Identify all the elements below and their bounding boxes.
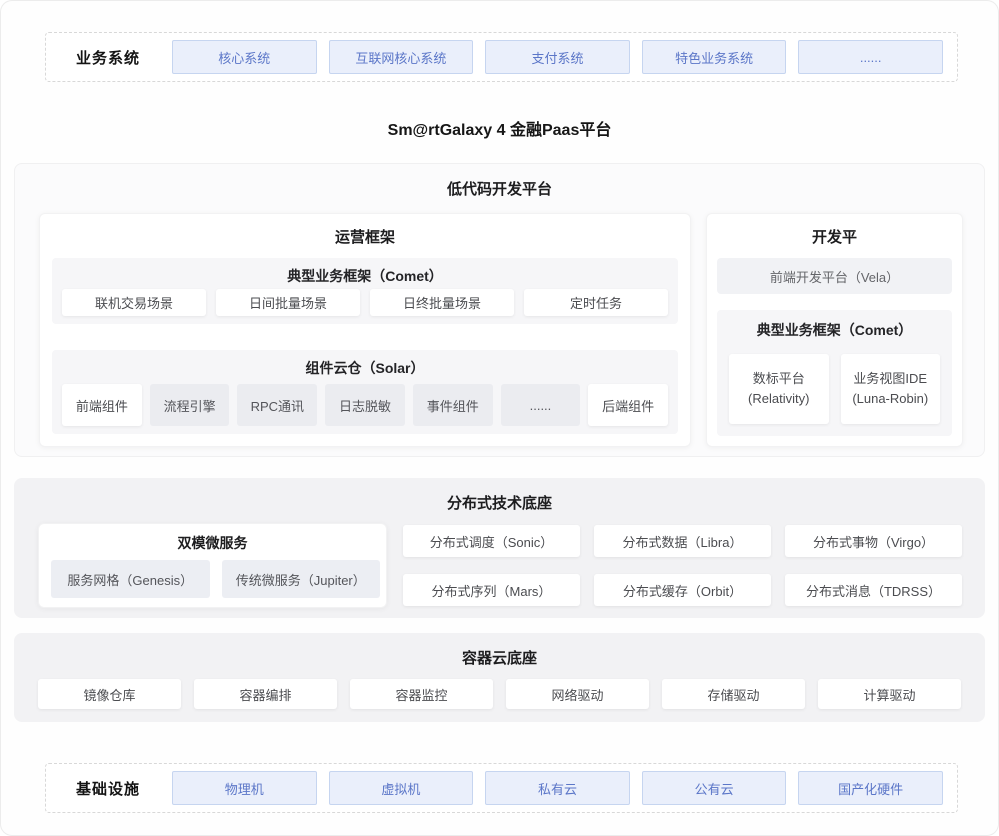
card-relativity-platform: 数标平台 (Relativity) xyxy=(729,354,829,424)
chip-network-driver: 网络驱动 xyxy=(506,679,649,709)
platform-title: Sm@rtGalaxy 4 金融Paas平台 xyxy=(0,116,999,140)
chip-service-mesh-genesis: 服务网格（Genesis） xyxy=(51,560,210,598)
distributed-base-section: 分布式技术底座 双模微服务 服务网格（Genesis） 传统微服务（Jupite… xyxy=(14,478,985,618)
scene-chip-online-trade: 联机交易场景 xyxy=(62,289,206,316)
dev-comet-framework-panel: 典型业务框架（Comet） 数标平台 (Relativity) 业务视图IDE … xyxy=(717,310,952,436)
chip-distributed-data-libra: 分布式数据（Libra） xyxy=(594,525,771,557)
scene-chip-daytime-batch: 日间批量场景 xyxy=(216,289,360,316)
chip-distributed-scheduling-sonic: 分布式调度（Sonic） xyxy=(403,525,580,557)
dev-comet-cards: 数标平台 (Relativity) 业务视图IDE (Luna-Robin) xyxy=(729,354,940,424)
container-base-section: 容器云底座 镜像仓库 容器编排 容器监控 网络驱动 存储驱动 计算驱动 xyxy=(14,633,985,722)
chip-image-registry: 镜像仓库 xyxy=(38,679,181,709)
infra-private-cloud: 私有云 xyxy=(485,771,630,805)
chip-distributed-transaction-virgo: 分布式事物（Virgo） xyxy=(785,525,962,557)
card-relativity-line2: (Relativity) xyxy=(748,389,809,409)
dual-mode-chips: 服务网格（Genesis） 传统微服务（Jupiter） xyxy=(51,560,380,598)
card-luna-robin-line1: 业务视图IDE xyxy=(853,369,927,389)
chip-distributed-message-tdrss: 分布式消息（TDRSS） xyxy=(785,574,962,606)
dev-comet-framework-title: 典型业务框架（Comet） xyxy=(717,320,952,340)
card-luna-robin-line2: (Luna-Robin) xyxy=(852,389,928,409)
infra-virtual-machine: 虚拟机 xyxy=(329,771,474,805)
infra-public-cloud: 公有云 xyxy=(642,771,787,805)
solar-component-title: 组件云仓（Solar） xyxy=(52,358,678,378)
dual-mode-title: 双模微服务 xyxy=(39,533,386,553)
operation-framework-title: 运营框架 xyxy=(40,226,690,247)
business-systems-label: 业务系统 xyxy=(76,47,160,68)
chip-container-orchestration: 容器编排 xyxy=(194,679,337,709)
business-system-special: 特色业务系统 xyxy=(642,40,787,74)
container-base-chips: 镜像仓库 容器编排 容器监控 网络驱动 存储驱动 计算驱动 xyxy=(38,679,961,709)
scene-chip-endofday-batch: 日终批量场景 xyxy=(370,289,514,316)
scene-chip-scheduled-task: 定时任务 xyxy=(524,289,668,316)
business-system-internet-core: 互联网核心系统 xyxy=(329,40,474,74)
business-system-payment: 支付系统 xyxy=(485,40,630,74)
solar-component-panel: 组件云仓（Solar） 前端组件 流程引擎 RPC通讯 日志脱敏 事件组件 ..… xyxy=(52,350,678,434)
component-chip-more: ...... xyxy=(501,384,581,426)
solar-component-chips: 前端组件 流程引擎 RPC通讯 日志脱敏 事件组件 ...... 后端组件 xyxy=(62,384,668,426)
infrastructure-label: 基础设施 xyxy=(76,778,160,799)
operation-framework-panel: 运营框架 典型业务框架（Comet） 联机交易场景 日间批量场景 日终批量场景 … xyxy=(39,213,691,447)
card-luna-robin-ide: 业务视图IDE (Luna-Robin) xyxy=(841,354,941,424)
component-chip-log-masking: 日志脱敏 xyxy=(325,384,405,426)
chip-traditional-microservice-jupiter: 传统微服务（Jupiter） xyxy=(222,560,381,598)
chip-distributed-cache-orbit: 分布式缓存（Orbit） xyxy=(594,574,771,606)
business-system-more: ...... xyxy=(798,40,943,74)
business-system-core: 核心系统 xyxy=(172,40,317,74)
dev-platform-title: 开发平 xyxy=(707,226,962,247)
infra-physical-machine: 物理机 xyxy=(172,771,317,805)
chip-storage-driver: 存储驱动 xyxy=(662,679,805,709)
dual-mode-microservice-panel: 双模微服务 服务网格（Genesis） 传统微服务（Jupiter） xyxy=(38,523,387,608)
component-chip-frontend: 前端组件 xyxy=(62,384,142,426)
component-chip-backend: 后端组件 xyxy=(588,384,668,426)
component-chip-event: 事件组件 xyxy=(413,384,493,426)
distributed-services-grid: 分布式调度（Sonic） 分布式数据（Libra） 分布式事物（Virgo） 分… xyxy=(403,525,962,606)
component-chip-process-engine: 流程引擎 xyxy=(150,384,230,426)
container-base-title: 容器云底座 xyxy=(14,647,985,668)
chip-compute-driver: 计算驱动 xyxy=(818,679,961,709)
dev-platform-panel: 开发平 前端开发平台（Vela） 典型业务框架（Comet） 数标平台 (Rel… xyxy=(706,213,963,447)
distributed-base-title: 分布式技术底座 xyxy=(14,492,985,513)
vela-frontend-platform-chip: 前端开发平台（Vela） xyxy=(717,258,952,294)
chip-distributed-sequence-mars: 分布式序列（Mars） xyxy=(403,574,580,606)
infra-domestic-hardware: 国产化硬件 xyxy=(798,771,943,805)
chip-container-monitoring: 容器监控 xyxy=(350,679,493,709)
business-systems-row: 业务系统 核心系统 互联网核心系统 支付系统 特色业务系统 ...... xyxy=(45,32,958,82)
component-chip-rpc: RPC通讯 xyxy=(237,384,317,426)
architecture-diagram: 业务系统 核心系统 互联网核心系统 支付系统 特色业务系统 ...... Sm@… xyxy=(0,0,999,836)
low-code-platform-title: 低代码开发平台 xyxy=(15,178,984,199)
comet-scene-chips: 联机交易场景 日间批量场景 日终批量场景 定时任务 xyxy=(62,289,668,316)
comet-framework-title: 典型业务框架（Comet） xyxy=(52,266,678,286)
comet-framework-panel: 典型业务框架（Comet） 联机交易场景 日间批量场景 日终批量场景 定时任务 xyxy=(52,258,678,324)
low-code-platform-section: 低代码开发平台 运营框架 典型业务框架（Comet） 联机交易场景 日间批量场景… xyxy=(14,163,985,457)
card-relativity-line1: 数标平台 xyxy=(753,369,805,389)
infrastructure-row: 基础设施 物理机 虚拟机 私有云 公有云 国产化硬件 xyxy=(45,763,958,813)
